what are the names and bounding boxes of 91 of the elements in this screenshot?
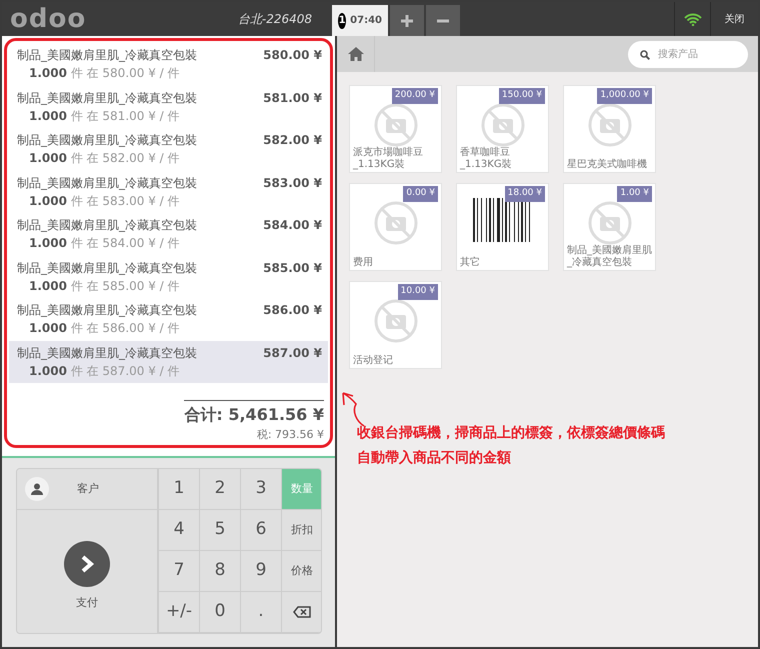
line-price: 580.00 ¥ (263, 47, 322, 64)
order-line[interactable]: 制品_美國嫩肩里肌_冷藏真空包裝 585.00 ¥ 1.000 件 在 585.00 ¥ / 件 (9, 256, 328, 298)
no-image-icon (586, 200, 632, 245)
numpad-key[interactable]: 0 (200, 592, 241, 633)
product-card[interactable]: 10.00 ¥ 活动登记 (349, 281, 442, 369)
line-detail: 1.000 件 在 584.00 ¥ / 件 (28, 235, 181, 252)
order-tab[interactable]: 1 07:40 (332, 5, 388, 36)
numpad-key[interactable]: 3 (241, 469, 282, 510)
order-line[interactable]: 制品_美國嫩肩里肌_冷藏真空包裝 580.00 ¥ 1.000 件 在 580.00 ¥ / 件 (9, 43, 328, 86)
product-card[interactable]: 200.00 ¥ 派克市場咖啡豆_1.13KG裝 (349, 85, 442, 173)
order-total: 合计: 5,461.56 ¥ (184, 400, 324, 426)
product-price: 0.00 ¥ (403, 186, 438, 202)
product-price: 1.00 ¥ (617, 186, 652, 202)
annotation-text: 收銀台掃碼機，掃商品上的標簽，依標簽總價條碼 (357, 424, 665, 443)
line-detail: 1.000 件 在 586.00 ¥ / 件 (28, 320, 181, 337)
line-price: 584.00 ¥ (263, 217, 322, 234)
no-image-icon (372, 200, 418, 246)
order-tax: 税: 793.56 ¥ (256, 426, 324, 442)
product-name: 制品_美國嫩肩里肌_冷藏真空包裝 (17, 260, 197, 276)
backspace-icon (293, 606, 311, 618)
line-price: 582.00 ¥ (263, 132, 322, 149)
product-name: 制品_美國嫩肩里肌_冷藏真空包裝 (17, 344, 197, 362)
product-name: 制品_美國嫩肩里肌_冷藏真空包裝 (17, 174, 197, 192)
line-price: 583.00 ¥ (263, 174, 322, 192)
minus-icon (436, 18, 450, 22)
line-detail: 1.000 件 在 581.00 ¥ / 件 (28, 108, 181, 124)
customer-button[interactable]: 客户 (17, 469, 159, 510)
order-number: 1 (338, 12, 346, 28)
remove-order-button[interactable] (426, 5, 460, 36)
numpad-key[interactable]: . (241, 592, 282, 633)
no-image-icon (586, 102, 632, 148)
product-name: 制品_美國嫩肩里肌_冷藏真空包裝 (17, 217, 197, 234)
product-price: 200.00 ¥ (392, 88, 438, 104)
product-name: 星巴克美式咖啡機 (566, 158, 648, 172)
order-line[interactable]: 制品_美國嫩肩里肌_冷藏真空包裝 581.00 ¥ 1.000 件 在 581.00 ¥ / 件 (9, 86, 328, 128)
product-card[interactable]: 1,000.00 ¥ 星巴克美式咖啡機 (563, 85, 656, 173)
product-card[interactable]: 0.00 ¥ 费用 (349, 183, 442, 271)
chevron-right-icon (64, 540, 110, 587)
order-line[interactable]: 制品_美國嫩肩里肌_冷藏真空包裝 583.00 ¥ 1.000 件 在 583.00 ¥ / 件 (9, 170, 328, 213)
no-image-icon (372, 102, 418, 147)
numpad-key[interactable]: 1 (159, 469, 200, 510)
plus-icon (400, 14, 414, 28)
home-icon (346, 46, 364, 62)
search-field[interactable]: 搜索产品 (628, 40, 748, 68)
product-price: 1,000.00 ¥ (597, 88, 652, 104)
product-name: 制品_美國嫩肩里肌_冷藏真空包裝 (17, 47, 197, 64)
numpad-key[interactable]: 7 (159, 551, 200, 592)
product-name: 制品_美國嫩肩里肌_冷藏真空包裝 (566, 245, 653, 270)
line-price: 586.00 ¥ (263, 302, 322, 319)
numpad-key[interactable]: 4 (159, 510, 200, 551)
person-icon (25, 477, 49, 501)
product-price: 18.00 ¥ (504, 186, 545, 202)
numpad-key[interactable]: 9 (241, 551, 282, 592)
line-detail: 1.000 件 在 583.00 ¥ / 件 (28, 192, 181, 210)
line-detail: 1.000 件 在 582.00 ¥ / 件 (28, 150, 181, 167)
product-name: 其它 (459, 256, 481, 270)
numpad-key[interactable]: 5 (200, 510, 241, 551)
annotation-text: 自動帶入商品不同的金額 (357, 448, 512, 468)
line-price: 581.00 ¥ (263, 90, 322, 106)
pay-button[interactable]: 支付 (17, 510, 159, 633)
product-card[interactable]: 1.00 ¥ 制品_美國嫩肩里肌_冷藏真空包裝 (563, 183, 656, 271)
product-name: 派克市場咖啡豆_1.13KG裝 (352, 147, 424, 172)
no-image-icon (372, 298, 418, 344)
numpad-key[interactable]: 2 (200, 469, 241, 510)
product-name: 活动登记 (352, 354, 394, 368)
product-name: 制品_美國嫩肩里肌_冷藏真空包裝 (17, 90, 197, 106)
order-line[interactable]: 制品_美國嫩肩里肌_冷藏真空包裝 584.00 ¥ 1.000 件 在 584.00 ¥ / 件 (9, 213, 328, 256)
order-line[interactable]: 制品_美國嫩肩里肌_冷藏真空包裝 586.00 ¥ 1.000 件 在 586.00 ¥ / 件 (9, 298, 328, 340)
no-image-icon (480, 102, 526, 147)
numpad-key[interactable]: 8 (200, 551, 241, 592)
product-card[interactable]: 150.00 ¥ 香草咖啡豆_1.13KG裝 (456, 85, 549, 173)
numpad-key[interactable]: +/- (159, 592, 200, 633)
product-name: 费用 (352, 256, 374, 270)
line-detail: 1.000 件 在 587.00 ¥ / 件 (28, 362, 181, 380)
line-price: 585.00 ¥ (263, 260, 322, 276)
product-name: 制品_美國嫩肩里肌_冷藏真空包裝 (17, 132, 197, 149)
wifi-icon (684, 12, 702, 26)
line-detail: 1.000 件 在 580.00 ¥ / 件 (28, 65, 181, 82)
product-name: 制品_美國嫩肩里肌_冷藏真空包裝 (17, 302, 197, 319)
line-price: 587.00 ¥ (263, 344, 322, 362)
numpad-key[interactable]: 6 (241, 510, 282, 551)
line-detail: 1.000 件 在 585.00 ¥ / 件 (28, 278, 181, 294)
order-line[interactable]: 制品_美國嫩肩里肌_冷藏真空包裝 582.00 ¥ 1.000 件 在 582.00 ¥ / 件 (9, 128, 328, 170)
order-time: 07:40 (350, 14, 382, 28)
product-name: 香草咖啡豆_1.13KG裝 (459, 147, 513, 172)
logo-text: odoo (10, 4, 86, 34)
product-card[interactable]: 18.00 ¥ 其它 (456, 183, 549, 271)
product-price: 150.00 ¥ (498, 88, 545, 104)
product-price: 10.00 ¥ (398, 284, 438, 300)
shop-name: 台北-226408 (236, 11, 313, 28)
add-order-button[interactable] (390, 5, 424, 36)
